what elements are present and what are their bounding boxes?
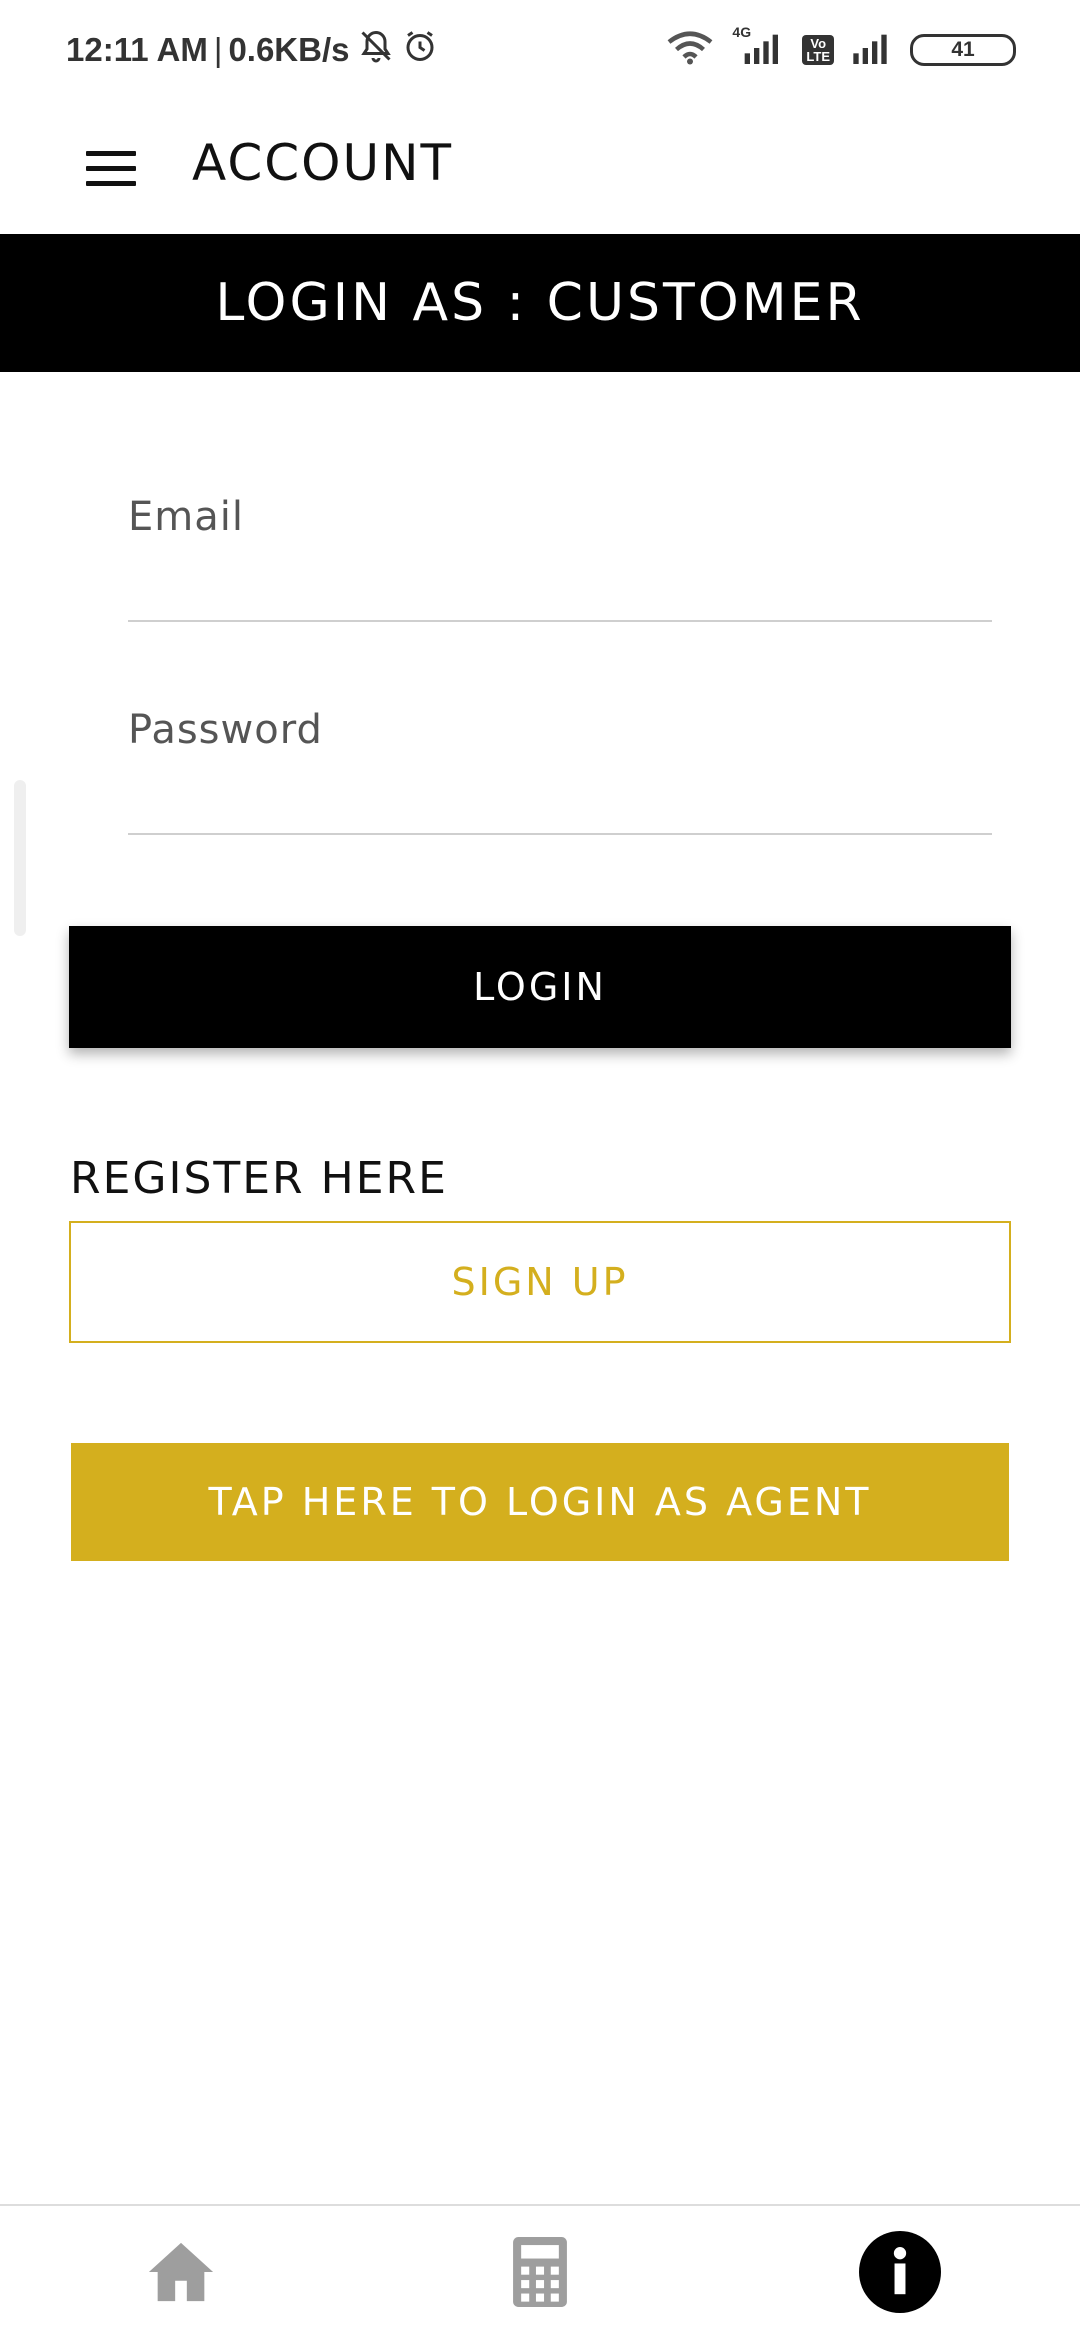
email-field-group: Email [128, 472, 992, 622]
status-bar: 12:11 AM | 0.6KB/s 4G Vo LTE 41 [0, 0, 1080, 100]
login-mode-banner: LOGIN AS : CUSTOMER [0, 234, 1080, 372]
status-right: 4G Vo LTE 41 [666, 24, 1016, 70]
status-network-speed: 0.6KB/s [228, 31, 350, 68]
network-type-label: 4G [732, 24, 752, 40]
signal-4g-icon: 4G [730, 24, 786, 68]
battery-indicator: 41 [910, 34, 1016, 66]
nav-calculator[interactable] [490, 2224, 590, 2324]
home-icon [146, 2239, 216, 2309]
nav-info[interactable] [850, 2224, 950, 2324]
signal-icon [850, 32, 894, 68]
status-left: 12:11 AM | 0.6KB/s [66, 28, 438, 72]
calculator-icon [512, 2237, 568, 2311]
info-icon [859, 2231, 941, 2317]
nav-home[interactable] [131, 2224, 231, 2324]
status-separator: | [213, 31, 223, 68]
muted-bell-icon [358, 28, 394, 72]
sign-up-button[interactable]: SIGN UP [69, 1221, 1011, 1343]
register-heading: REGISTER HERE [70, 1153, 448, 1204]
password-field-group: Password [128, 685, 992, 835]
email-label: Email [128, 494, 244, 540]
password-label: Password [128, 707, 323, 753]
app-bar: ACCOUNT [0, 100, 1080, 234]
scroll-indicator [14, 780, 26, 936]
password-input[interactable] [128, 765, 992, 835]
status-time: 12:11 AM [66, 31, 208, 68]
login-button[interactable]: LOGIN [69, 926, 1011, 1048]
hamburger-menu-icon[interactable] [86, 138, 140, 198]
alarm-icon [402, 28, 438, 72]
login-as-agent-button[interactable]: TAP HERE TO LOGIN AS AGENT [71, 1443, 1009, 1561]
page-title: ACCOUNT [192, 134, 454, 192]
email-input[interactable] [128, 552, 992, 622]
bottom-navigation [0, 2204, 1080, 2342]
wifi-icon [666, 30, 714, 70]
volte-badge: Vo LTE [802, 35, 834, 65]
